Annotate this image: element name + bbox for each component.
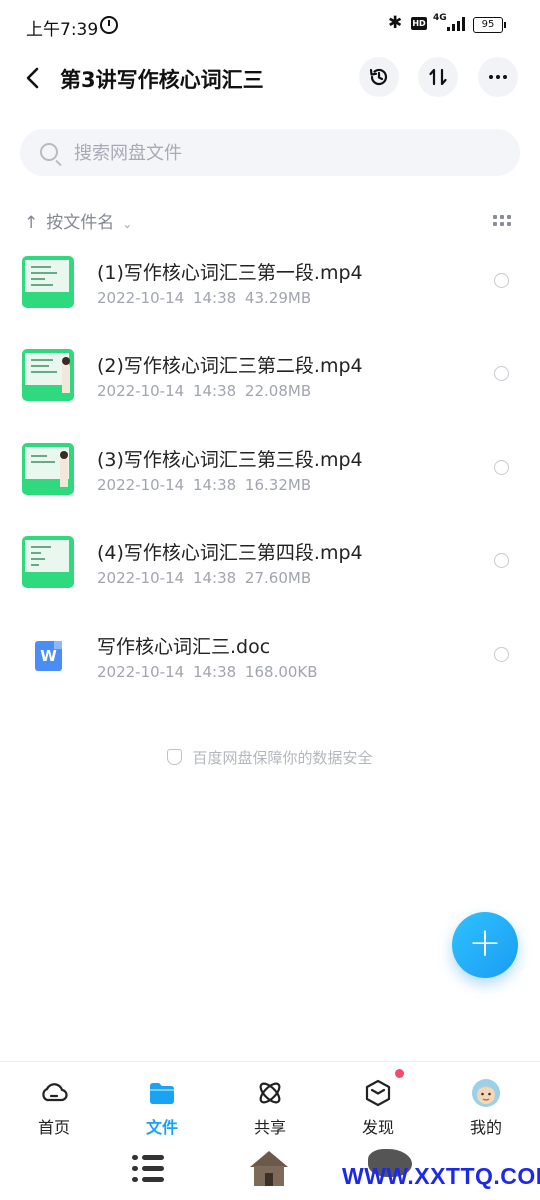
safety-note: 百度网盘保障你的数据安全: [0, 747, 540, 768]
file-name: (1)写作核心词汇三第一段.mp4: [97, 262, 363, 284]
file-item[interactable]: (2)写作核心词汇三第二段.mp4 2022-10-14 14:38 22.08…: [0, 328, 540, 421]
select-radio[interactable]: [494, 553, 509, 568]
safety-text: 百度网盘保障你的数据安全: [192, 749, 373, 767]
tab-label: 共享: [253, 1118, 286, 1137]
tab-home[interactable]: 首页: [0, 1062, 108, 1140]
header: 第3讲写作核心词汇三: [0, 52, 540, 104]
bottom-nav: 首页 文件 共享 发现 我的: [0, 1061, 540, 1140]
chevron-down-icon: ⌄: [122, 217, 133, 231]
sort-dropdown[interactable]: ↑ 按文件名 ⌄: [24, 208, 132, 233]
hd-badge: HD: [411, 17, 427, 30]
watermark-bar: WWW.XXTTQ.COM: [0, 1139, 540, 1200]
select-radio[interactable]: [494, 460, 509, 475]
search-icon: [40, 143, 58, 161]
avatar: [472, 1079, 500, 1107]
network-type: 4G: [433, 13, 447, 23]
more-button[interactable]: [478, 57, 518, 97]
select-radio[interactable]: [494, 273, 509, 288]
grid-view-icon[interactable]: [493, 215, 511, 227]
select-radio[interactable]: [494, 647, 509, 662]
file-item[interactable]: W 写作核心词汇三.doc 2022-10-14 14:38 168.00KB: [0, 609, 540, 702]
history-button[interactable]: [359, 57, 399, 97]
file-meta: 2022-10-14 14:38 27.60MB: [97, 569, 312, 587]
cube-icon: [365, 1079, 391, 1107]
shield-icon: [167, 749, 183, 765]
status-time: 上午7:39: [26, 20, 99, 40]
watermark-text: WWW.XXTTQ.COM: [342, 1163, 540, 1189]
file-item[interactable]: (4)写作核心词汇三第四段.mp4 2022-10-14 14:38 27.60…: [0, 515, 540, 608]
tab-share[interactable]: 共享: [216, 1062, 324, 1140]
add-button[interactable]: +: [452, 912, 518, 978]
tab-discover[interactable]: 发现: [324, 1062, 432, 1140]
file-meta: 2022-10-14 14:38 43.29MB: [97, 289, 312, 307]
file-meta: 2022-10-14 14:38 168.00KB: [97, 663, 318, 681]
file-name: 写作核心词汇三.doc: [97, 636, 271, 658]
video-thumbnail: [22, 443, 74, 495]
file-item[interactable]: (3)写作核心词汇三第三段.mp4 2022-10-14 14:38 16.32…: [0, 422, 540, 515]
file-name: (3)写作核心词汇三第三段.mp4: [97, 449, 363, 471]
tab-label: 发现: [361, 1118, 394, 1137]
atom-icon: [259, 1082, 281, 1104]
tab-label: 我的: [469, 1118, 502, 1137]
battery-indicator: 95: [473, 17, 506, 33]
video-thumbnail: [22, 349, 74, 401]
file-name: (4)写作核心词汇三第四段.mp4: [97, 542, 363, 564]
house-icon: [250, 1151, 288, 1186]
page-title: 第3讲写作核心词汇三: [60, 68, 264, 92]
menu-icon: [132, 1151, 164, 1187]
word-doc-icon: W: [35, 641, 62, 671]
file-meta: 2022-10-14 14:38 16.32MB: [97, 476, 312, 494]
sort-row: ↑ 按文件名 ⌄: [0, 200, 540, 240]
back-button[interactable]: [18, 62, 50, 94]
sort-label: 按文件名: [46, 213, 115, 233]
transfer-icon: [429, 68, 447, 86]
folder-icon: [150, 1083, 174, 1104]
file-item[interactable]: (1)写作核心词汇三第一段.mp4 2022-10-14 14:38 43.29…: [0, 235, 540, 328]
cloud-icon: [42, 1083, 68, 1102]
bluetooth-icon: ✱: [388, 13, 403, 33]
search-bar[interactable]: [20, 129, 520, 178]
tab-files[interactable]: 文件: [108, 1062, 216, 1140]
file-meta: 2022-10-14 14:38 22.08MB: [97, 382, 312, 400]
tab-label: 首页: [37, 1118, 70, 1137]
notification-badge: [395, 1069, 404, 1078]
video-thumbnail: [22, 536, 74, 588]
more-icon: [489, 75, 507, 79]
video-thumbnail: [22, 256, 74, 308]
tab-label: 文件: [145, 1118, 178, 1137]
transfer-button[interactable]: [418, 57, 458, 97]
history-icon: [369, 68, 388, 86]
alarm-icon: [100, 16, 118, 34]
search-input[interactable]: [72, 129, 496, 178]
select-radio[interactable]: [494, 366, 509, 381]
tab-me[interactable]: 我的: [432, 1062, 540, 1140]
status-bar: 上午7:39 ✱ HD 4G 95: [0, 0, 540, 52]
chevron-left-icon: [26, 67, 39, 89]
signal-icon: [447, 17, 467, 31]
sort-arrow-icon: ↑: [24, 213, 39, 233]
file-name: (2)写作核心词汇三第二段.mp4: [97, 355, 363, 377]
